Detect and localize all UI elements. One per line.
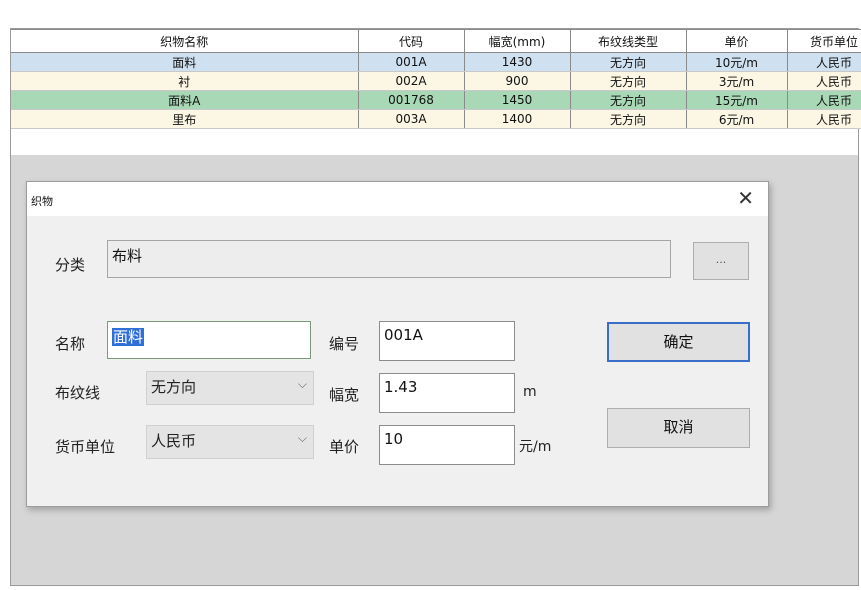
width-value: 1.43 <box>384 378 418 396</box>
column-header-code[interactable]: 代码 <box>358 29 465 53</box>
table-cell: 15元/m <box>686 90 788 110</box>
table-cell: 无方向 <box>570 71 687 91</box>
column-header-grain[interactable]: 布纹线类型 <box>570 29 687 53</box>
price-value: 10 <box>384 430 404 448</box>
table-cell: 无方向 <box>570 109 687 129</box>
currency-dropdown[interactable]: 人民币 ⌵ <box>146 425 314 459</box>
width-label: 幅宽 <box>329 386 360 404</box>
name-input[interactable]: 面料 <box>107 321 311 359</box>
table-cell: 1450 <box>464 90 571 110</box>
cancel-button[interactable]: 取消 <box>607 408 750 448</box>
table-row[interactable]: 面料A 001768 1450 无方向 15元/m 人民币 <box>11 90 861 110</box>
table-cell: 3元/m <box>686 71 788 91</box>
category-value: 布料 <box>112 247 143 265</box>
column-header-name[interactable]: 织物名称 <box>11 29 359 53</box>
column-header-width[interactable]: 幅宽(mm) <box>464 29 571 53</box>
width-input[interactable]: 1.43 <box>379 373 515 413</box>
table-cell: 1400 <box>464 109 571 129</box>
column-header-currency[interactable]: 货币单位 <box>787 29 861 53</box>
table-cell: 无方向 <box>570 52 687 72</box>
fabric-table: 织物名称 代码 幅宽(mm) 布纹线类型 单价 货币单位 面料 001A 143… <box>11 29 861 129</box>
code-label: 编号 <box>329 335 360 353</box>
width-unit: m <box>523 384 537 400</box>
ok-button[interactable]: 确定 <box>607 322 750 362</box>
name-value-selected: 面料 <box>112 328 145 346</box>
table-cell: 10元/m <box>686 52 788 72</box>
table-row[interactable]: 里布 003A 1400 无方向 6元/m 人民币 <box>11 109 861 129</box>
table-cell: 人民币 <box>787 71 861 91</box>
table-cell: 面料A <box>11 90 359 110</box>
fabric-dialog: 织物 ✕ 分类 布料 ... 名称 面料 编号 001A 确定 布纹线 无方向 … <box>26 181 769 507</box>
table-cell: 001768 <box>358 90 465 110</box>
table-cell: 无方向 <box>570 90 687 110</box>
fabric-table-area: 织物名称 代码 幅宽(mm) 布纹线类型 单价 货币单位 面料 001A 143… <box>11 29 861 155</box>
code-value: 001A <box>384 326 423 344</box>
table-row[interactable]: 面料 001A 1430 无方向 10元/m 人民币 <box>11 52 861 72</box>
table-cell: 1430 <box>464 52 571 72</box>
table-cell: 人民币 <box>787 52 861 72</box>
grain-dropdown[interactable]: 无方向 ⌵ <box>146 371 314 405</box>
price-label: 单价 <box>329 438 360 456</box>
column-header-price[interactable]: 单价 <box>686 29 788 53</box>
table-cell: 衬 <box>11 71 359 91</box>
table-cell: 人民币 <box>787 109 861 129</box>
price-input[interactable]: 10 <box>379 425 515 465</box>
grain-value: 无方向 <box>151 378 197 396</box>
table-cell: 人民币 <box>787 90 861 110</box>
table-cell: 003A <box>358 109 465 129</box>
browse-button[interactable]: ... <box>693 242 749 280</box>
close-icon[interactable]: ✕ <box>737 186 754 210</box>
chevron-down-icon: ⌵ <box>297 377 307 391</box>
currency-value: 人民币 <box>151 432 197 450</box>
table-cell: 面料 <box>11 52 359 72</box>
table-header-row: 织物名称 代码 幅宽(mm) 布纹线类型 单价 货币单位 <box>11 29 861 53</box>
price-unit: 元/m <box>519 439 552 455</box>
table-cell: 6元/m <box>686 109 788 129</box>
dialog-title: 织物 <box>31 195 53 208</box>
name-label: 名称 <box>55 335 86 353</box>
table-cell: 001A <box>358 52 465 72</box>
dialog-titlebar: 织物 ✕ <box>27 182 768 216</box>
table-cell: 900 <box>464 71 571 91</box>
category-field[interactable]: 布料 <box>107 240 671 278</box>
currency-label: 货币单位 <box>55 438 116 456</box>
grain-label: 布纹线 <box>55 384 101 402</box>
table-row[interactable]: 衬 002A 900 无方向 3元/m 人民币 <box>11 71 861 91</box>
category-label: 分类 <box>55 256 86 274</box>
code-input[interactable]: 001A <box>379 321 515 361</box>
chevron-down-icon: ⌵ <box>297 431 307 445</box>
table-cell: 002A <box>358 71 465 91</box>
table-cell: 里布 <box>11 109 359 129</box>
